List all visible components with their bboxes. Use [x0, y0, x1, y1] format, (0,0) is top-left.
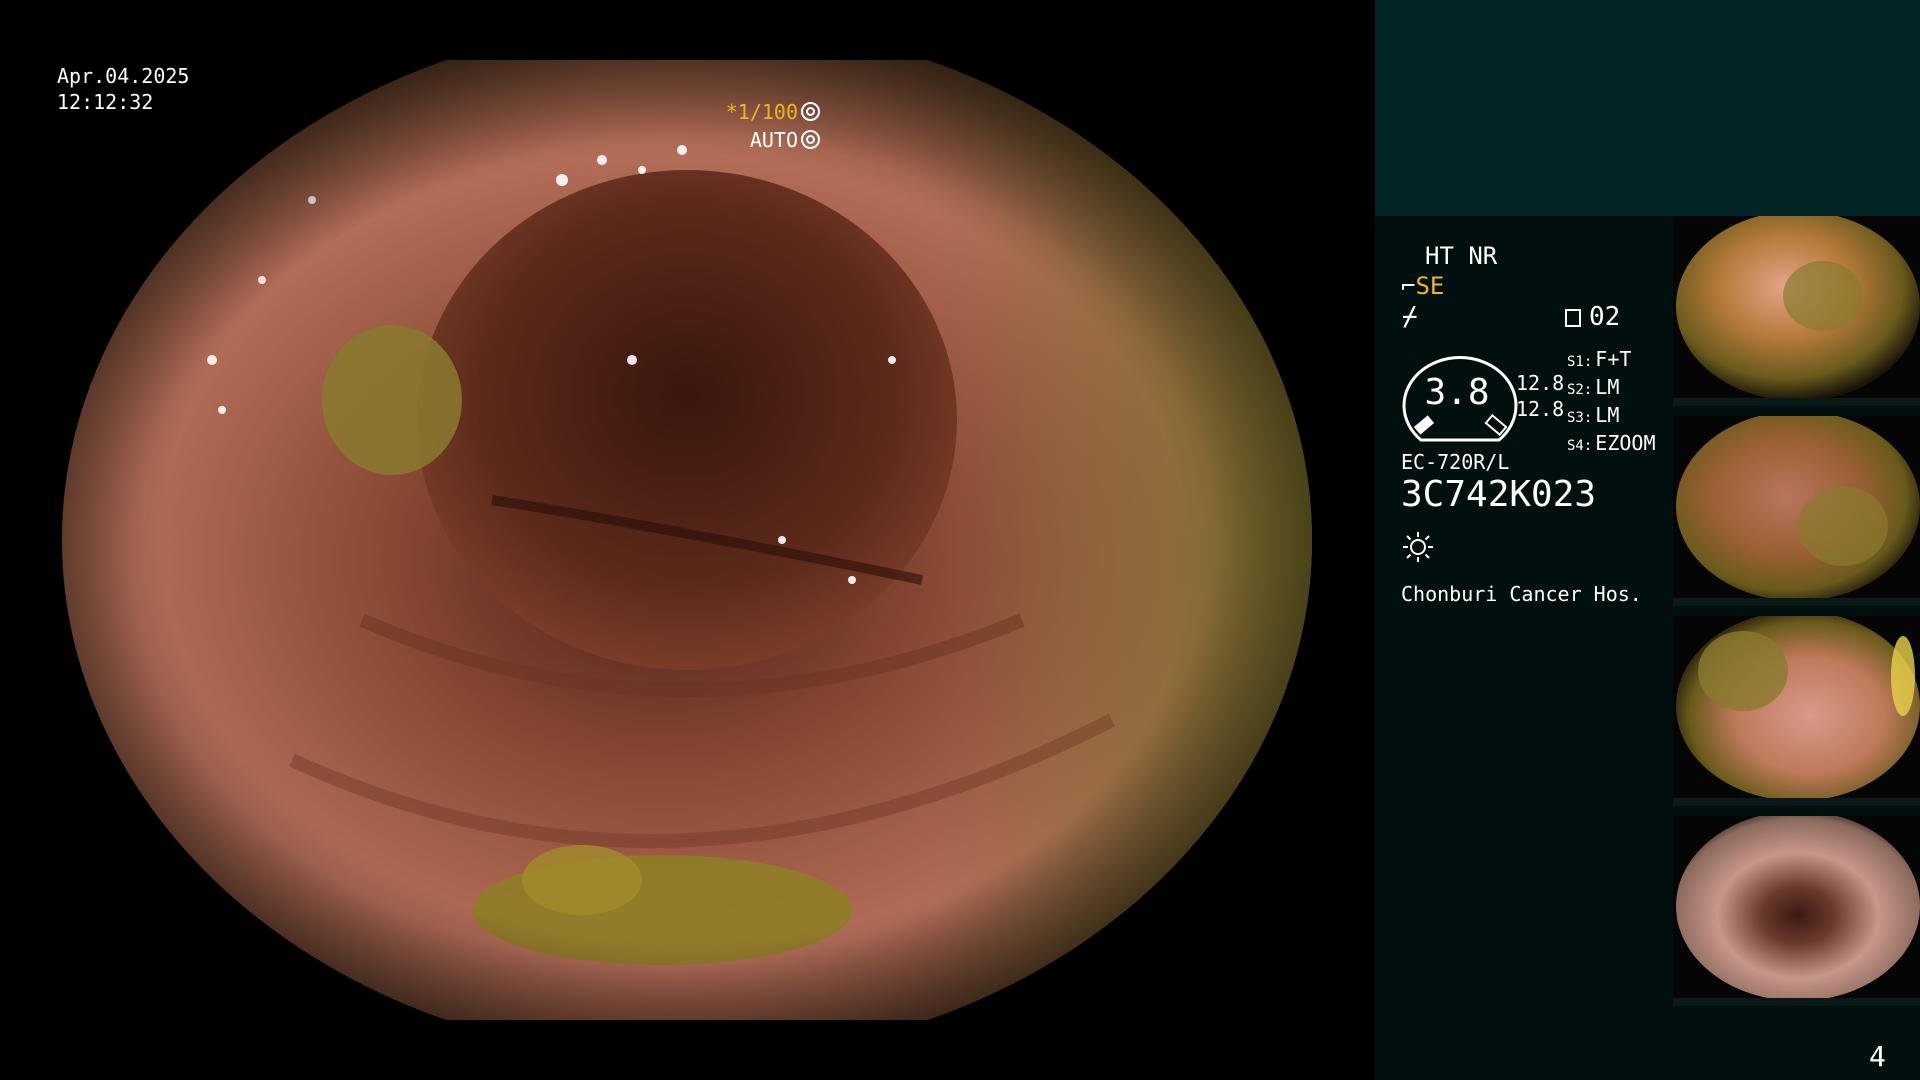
captured-thumbnail[interactable]	[1673, 216, 1920, 406]
iris-row: AUTO	[726, 126, 820, 154]
iris-icon	[801, 130, 820, 149]
exposure-overlay: *1/100 AUTO	[726, 98, 820, 154]
structure-enhance-icon: ⌐	[1401, 272, 1416, 300]
page-number: 02	[1565, 302, 1620, 332]
thumbnail-image	[1676, 616, 1920, 801]
shutter-icon	[801, 102, 820, 121]
shutter-row: *1/100	[726, 98, 820, 126]
switch-row: S1: F+T	[1567, 347, 1632, 371]
zoom-value-2: 12.8	[1516, 397, 1565, 421]
page-number-text: 02	[1589, 302, 1621, 332]
hospital-name: Chonburi Cancer Hos.	[1401, 582, 1642, 606]
endoscopic-image	[62, 60, 1312, 1020]
scope-model: EC-720R/L	[1401, 450, 1510, 474]
mode-se: ⌐SE	[1401, 272, 1444, 300]
switch-row: S2: LM	[1567, 375, 1620, 399]
thumbnail-footer	[1673, 598, 1920, 606]
mode-ht-nr: HT NR	[1425, 242, 1498, 270]
panel-header-area	[1375, 0, 1920, 216]
mode-se-label: SE	[1415, 272, 1445, 300]
shutter-value: *1/100	[725, 100, 798, 124]
thumbnail-footer	[1673, 798, 1920, 806]
captured-thumbnail[interactable]	[1673, 816, 1920, 1006]
date-time-overlay: Apr.04.2025 12:12:32	[57, 63, 189, 115]
zoom-factor: 3.8	[1424, 372, 1490, 413]
date-text: Apr.04.2025	[57, 64, 190, 88]
thumbnail-footer	[1673, 398, 1920, 406]
thumbnail-image	[1676, 216, 1920, 401]
zoom-values: 12.8 12.8	[1516, 370, 1564, 422]
thumbnail-footer	[1673, 998, 1920, 1006]
captured-thumbnail[interactable]	[1673, 416, 1920, 606]
light-source-icon	[1403, 532, 1433, 562]
endoscope-view-area: Apr.04.2025 12:12:32 *1/100 AUTO	[0, 0, 1375, 1080]
scope-serial: 3C742K023	[1401, 474, 1597, 515]
mode-color-icon: ⌿	[1402, 302, 1418, 332]
page-icon	[1565, 309, 1581, 327]
switch-row: S3: LM	[1567, 403, 1620, 427]
iris-mode: AUTO	[749, 128, 798, 152]
thumbnail-image	[1676, 416, 1920, 601]
switch-row: S4: EZOOM	[1567, 431, 1656, 455]
frame-count: 4	[1869, 1040, 1886, 1073]
thumbnail-image	[1676, 816, 1920, 1001]
switch-assignments: S1: F+T S2: LM S3: LM S4: EZOOM	[1567, 347, 1656, 459]
captured-thumbnail[interactable]	[1673, 616, 1920, 806]
zoom-value-1: 12.8	[1516, 371, 1565, 395]
time-text: 12:12:32	[57, 90, 154, 114]
